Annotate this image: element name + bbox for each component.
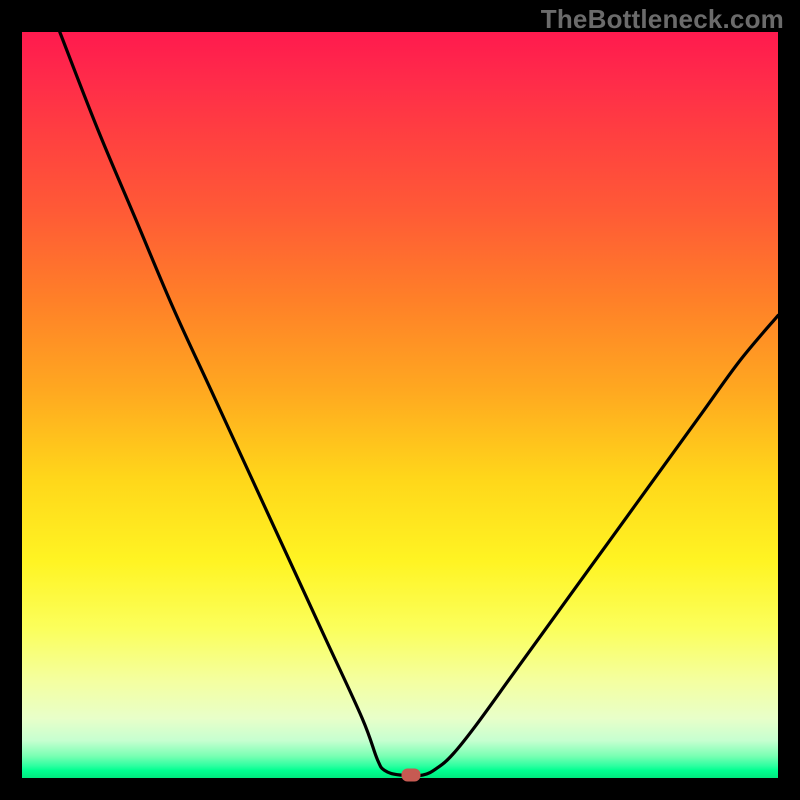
plot-area xyxy=(22,32,778,778)
watermark-text: TheBottleneck.com xyxy=(541,4,784,35)
bottleneck-curve xyxy=(22,32,778,778)
chart-frame: TheBottleneck.com xyxy=(0,0,800,800)
dip-marker xyxy=(402,769,421,782)
